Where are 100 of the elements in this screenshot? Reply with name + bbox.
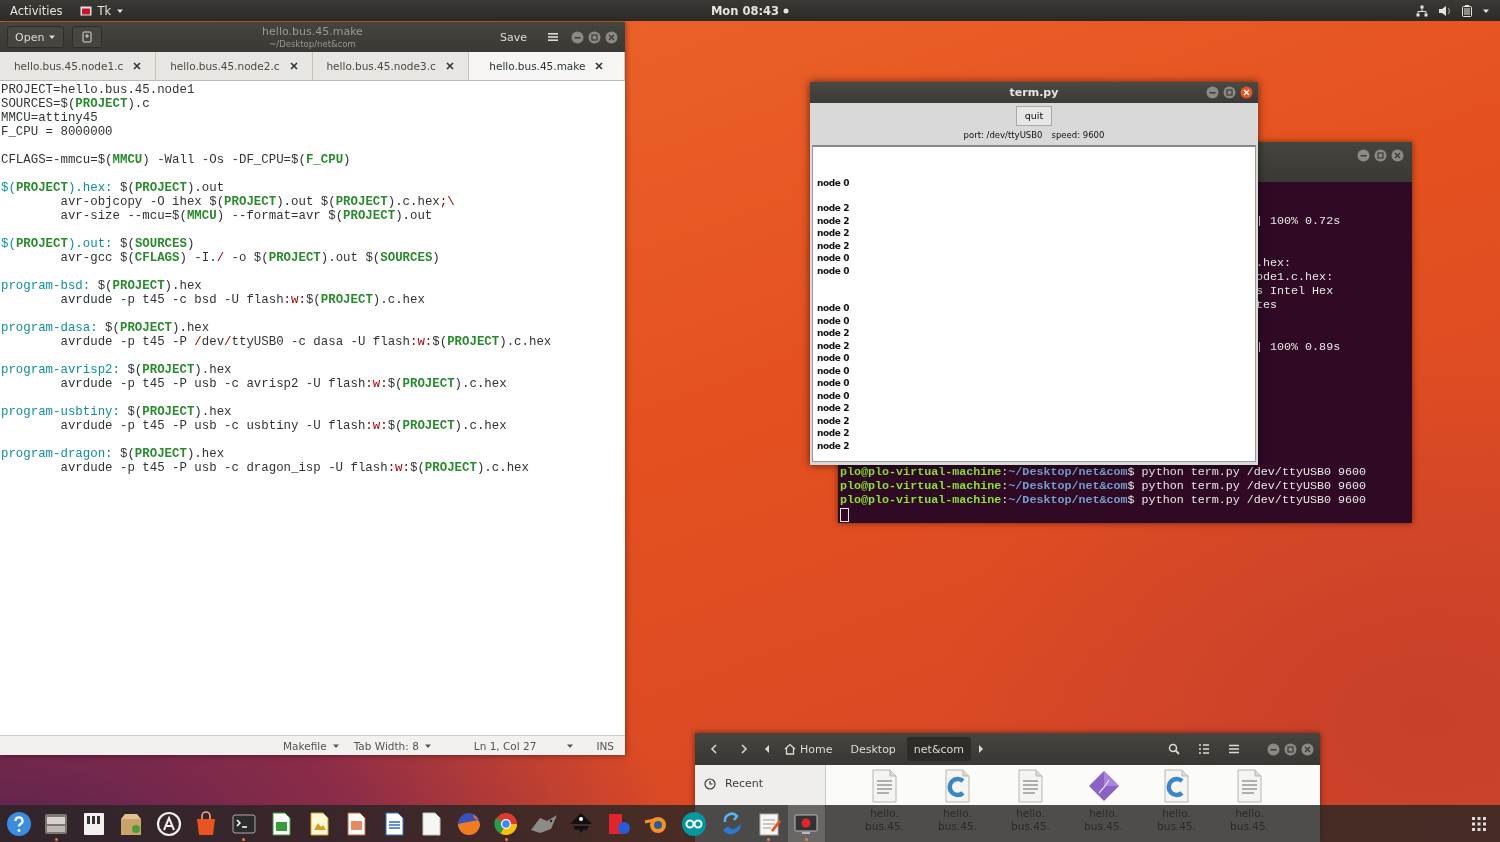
close-icon[interactable]	[133, 62, 142, 70]
clock[interactable]: Mon 08:43	[710, 3, 780, 18]
terminal-prompt-line: plo@plo-virtual-machine:~/Desktop/net&com$ python term.py /dev/ttyUSB0 9600	[840, 465, 1368, 479]
menu-icon	[1228, 743, 1240, 755]
terminal-output-line: tes	[1256, 298, 1279, 312]
volume-icon[interactable]	[1438, 4, 1452, 17]
updater-icon	[154, 809, 183, 838]
activities-button[interactable]: Activities	[10, 3, 63, 18]
received-line: node 2	[817, 239, 851, 252]
notification-dot-icon	[783, 7, 790, 14]
back-icon	[708, 743, 720, 755]
received-line: node 2	[817, 214, 851, 227]
close-icon[interactable]	[595, 62, 604, 70]
minimize-button[interactable]	[571, 30, 584, 44]
window-title: hello.bus.45.make	[262, 25, 363, 38]
search-icon	[1168, 743, 1180, 755]
maximize-button[interactable]	[588, 30, 601, 44]
code-line: avrdude -p t45 -c bsd -U flash:w:$(PROJECT).c.hex	[59, 293, 426, 307]
text-cursor	[840, 508, 849, 522]
received-line: node 0	[817, 302, 851, 315]
received-line: node 2	[817, 402, 851, 415]
received-line: node 0	[817, 264, 851, 277]
caret-icon	[764, 745, 770, 753]
battery-icon[interactable]	[1462, 4, 1472, 17]
help-icon	[4, 809, 33, 838]
maximize-button[interactable]	[1284, 742, 1297, 756]
port-label: port: /dev/ttyUSB0	[963, 130, 1043, 140]
path-button[interactable]: Home	[777, 737, 840, 761]
code-line: program-dasa: $(PROJECT).hex	[1, 321, 211, 335]
open-button[interactable]: Open	[7, 26, 65, 48]
code-line: avr-gcc $(CFLAGS) -I./ -o $(PROJECT).out $(SOURCES)	[59, 251, 441, 265]
c-source-icon	[1162, 769, 1191, 804]
cursor-position: Ln 1, Col 27	[473, 739, 537, 752]
received-line: node 2	[817, 202, 851, 215]
window-subtitle: ~/Desktop/net&com	[269, 38, 356, 51]
language-selector[interactable]: Makefile	[283, 739, 340, 752]
maximize-button[interactable]	[1223, 86, 1236, 99]
code-line: PROJECT=hello.bus.45.node1	[1, 83, 196, 97]
menu-icon	[548, 32, 558, 42]
document-icon	[870, 769, 899, 804]
received-line: node 2	[817, 439, 851, 452]
network-icon[interactable]	[1416, 4, 1428, 17]
code-line: avr-size --mcu=$(MMCU) --format=avr $(PROJECT).out	[59, 209, 434, 223]
window-icon	[80, 5, 93, 16]
code-line: SOURCES=$(PROJECT).c	[1, 97, 151, 111]
app-grid-icon	[1472, 816, 1487, 831]
tab[interactable]: hello.bus.45.node2.c	[156, 52, 313, 80]
received-line: node 0	[817, 377, 851, 390]
tab[interactable]: hello.bus.45.make	[468, 52, 625, 80]
sidebar-item[interactable]: Recent	[695, 771, 773, 796]
terminal-output-line: ode1.c.hex:	[1256, 270, 1335, 284]
terminal-prompt-line: plo@plo-virtual-machine:~/Desktop/net&com$ python term.py /dev/ttyUSB0 9600	[840, 479, 1368, 493]
terminal-prompt-line: plo@plo-virtual-machine:~/Desktop/net&com$ python term.py /dev/ttyUSB0 9600	[840, 493, 1368, 507]
received-line: node 2	[817, 227, 851, 240]
document-icon	[1016, 769, 1045, 804]
code-line: CFLAGS=-mmcu=$(MMCU) -Wall -Os -DF_CPU=$(F_CPU)	[1, 153, 352, 167]
received-line: node 2	[817, 427, 851, 440]
minimize-button[interactable]	[1267, 742, 1280, 756]
maximize-button[interactable]	[1374, 149, 1387, 162]
code-line: F_CPU = 8000000	[1, 125, 114, 139]
code-line: program-avrisp2: $(PROJECT).hex	[1, 363, 233, 377]
insert-mode: INS	[596, 739, 615, 752]
minimize-button[interactable]	[1357, 149, 1370, 162]
tab[interactable]: hello.bus.45.node3.c	[312, 52, 469, 80]
received-line: node 0	[817, 364, 851, 377]
tab[interactable]: hello.bus.45.node1.c	[0, 52, 157, 80]
code-line: avrdude -p t45 -P usb -c avrisp2 -U flash:w:$(PROJECT).c.hex	[59, 377, 508, 391]
terminal-output-line: | 100% 0.72s	[1256, 214, 1342, 228]
code-line: $(PROJECT).hex: $(PROJECT).out	[1, 181, 226, 195]
received-line: node 0	[817, 177, 851, 190]
received-line: node 0	[817, 352, 851, 365]
terminal-output-line: .hex:	[1256, 256, 1293, 270]
close-icon[interactable]	[289, 62, 298, 70]
list-icon	[1198, 743, 1210, 755]
app-menu[interactable]: Tk	[80, 3, 125, 18]
document-add-icon	[81, 31, 94, 43]
forward-icon	[738, 743, 750, 755]
clock-icon	[704, 777, 716, 790]
minimize-button[interactable]	[1206, 86, 1219, 99]
received-line: node 2	[817, 327, 851, 340]
received-line: node 0	[817, 252, 851, 265]
home-icon	[784, 743, 796, 755]
window-title: term.py	[1009, 86, 1059, 99]
received-line: node 2	[817, 339, 851, 352]
code-line: program-bsd: $(PROJECT).hex	[1, 279, 203, 293]
code-line: program-dragon: $(PROJECT).hex	[1, 447, 226, 461]
close-icon[interactable]	[445, 62, 454, 70]
save-button[interactable]: Save	[492, 26, 535, 48]
received-line: node 0	[817, 314, 851, 327]
code-line: avr-objcopy -O ihex $(PROJECT).out $(PROJECT).c.hex;\	[59, 195, 456, 209]
received-line: node 2	[817, 414, 851, 427]
quit-button[interactable]: quit	[1015, 106, 1053, 126]
code-line: avrdude -p t45 -P usb -c usbtiny -U flash:w:$(PROJECT).c.hex	[59, 419, 508, 433]
caret-icon	[978, 745, 984, 753]
close-button[interactable]	[1240, 86, 1253, 99]
speed-label: speed: 9600	[1051, 130, 1105, 140]
tab-width-selector[interactable]: Tab Width: 8	[353, 739, 432, 752]
new-tab-button[interactable]	[72, 26, 103, 48]
path-button[interactable]: Desktop	[843, 737, 903, 761]
path-button[interactable]: net&com	[906, 737, 971, 761]
